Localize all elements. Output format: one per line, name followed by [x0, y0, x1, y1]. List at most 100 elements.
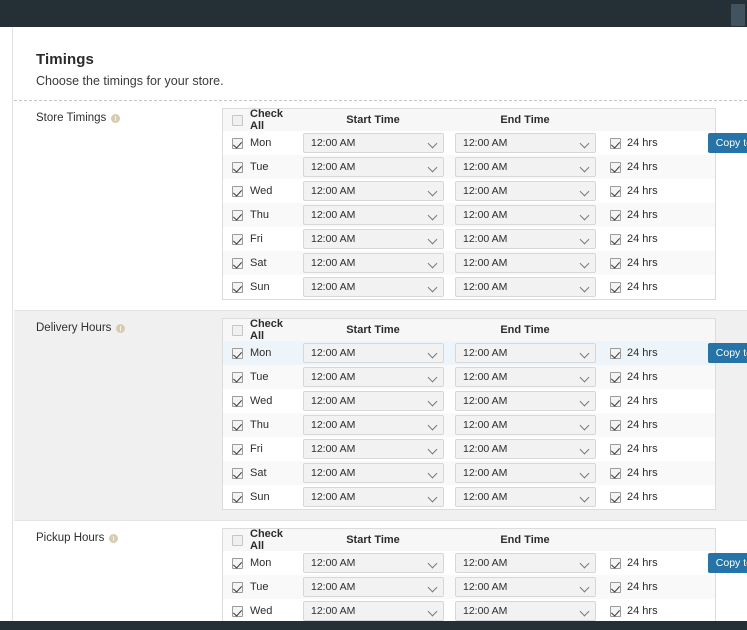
day-cell[interactable]: Mon: [223, 137, 297, 149]
day-cell[interactable]: Fri: [223, 443, 297, 455]
day-checkbox[interactable]: [232, 419, 243, 431]
start-time-select[interactable]: 12:00 AM: [303, 577, 444, 597]
info-icon[interactable]: [109, 533, 119, 543]
all-day-cell[interactable]: 24 hrs: [601, 581, 667, 593]
twentyfour-hrs-checkbox[interactable]: [610, 557, 621, 569]
end-time-select[interactable]: 12:00 AM: [455, 391, 596, 411]
day-cell[interactable]: Fri: [223, 233, 297, 245]
check-all-checkbox[interactable]: [232, 114, 243, 126]
all-day-cell[interactable]: 24 hrs: [601, 371, 667, 383]
end-time-select[interactable]: 12:00 AM: [455, 343, 596, 363]
start-time-select[interactable]: 12:00 AM: [303, 553, 444, 573]
end-time-select[interactable]: 12:00 AM: [455, 205, 596, 225]
copy-to-all-button[interactable]: Copy to All: [707, 132, 747, 154]
start-time-select[interactable]: 12:00 AM: [303, 415, 444, 435]
end-time-select[interactable]: 12:00 AM: [455, 487, 596, 507]
all-day-cell[interactable]: 24 hrs: [601, 281, 667, 293]
day-checkbox[interactable]: [232, 347, 243, 359]
all-day-cell[interactable]: 24 hrs: [601, 209, 667, 221]
copy-to-all-button[interactable]: Copy to All: [707, 342, 747, 364]
all-day-cell[interactable]: 24 hrs: [601, 233, 667, 245]
end-time-select[interactable]: 12:00 AM: [455, 553, 596, 573]
all-day-cell[interactable]: 24 hrs: [601, 491, 667, 503]
start-time-select[interactable]: 12:00 AM: [303, 601, 444, 621]
twentyfour-hrs-checkbox[interactable]: [610, 419, 621, 431]
end-time-select[interactable]: 12:00 AM: [455, 229, 596, 249]
twentyfour-hrs-checkbox[interactable]: [610, 443, 621, 455]
twentyfour-hrs-checkbox[interactable]: [610, 257, 621, 269]
twentyfour-hrs-checkbox[interactable]: [610, 185, 621, 197]
day-checkbox[interactable]: [232, 161, 243, 173]
start-time-select[interactable]: 12:00 AM: [303, 463, 444, 483]
all-day-cell[interactable]: 24 hrs: [601, 185, 667, 197]
end-time-select[interactable]: 12:00 AM: [455, 415, 596, 435]
end-time-select[interactable]: 12:00 AM: [455, 367, 596, 387]
start-time-select[interactable]: 12:00 AM: [303, 205, 444, 225]
twentyfour-hrs-checkbox[interactable]: [610, 491, 621, 503]
day-cell[interactable]: Wed: [223, 395, 297, 407]
day-cell[interactable]: Thu: [223, 209, 297, 221]
day-cell[interactable]: Sat: [223, 257, 297, 269]
day-checkbox[interactable]: [232, 491, 243, 503]
start-time-select[interactable]: 12:00 AM: [303, 157, 444, 177]
twentyfour-hrs-checkbox[interactable]: [610, 209, 621, 221]
twentyfour-hrs-checkbox[interactable]: [610, 347, 621, 359]
twentyfour-hrs-checkbox[interactable]: [610, 281, 621, 293]
start-time-select[interactable]: 12:00 AM: [303, 133, 444, 153]
day-checkbox[interactable]: [232, 233, 243, 245]
day-cell[interactable]: Sun: [223, 281, 297, 293]
twentyfour-hrs-checkbox[interactable]: [610, 395, 621, 407]
all-day-cell[interactable]: 24 hrs: [601, 395, 667, 407]
end-time-select[interactable]: 12:00 AM: [455, 577, 596, 597]
all-day-cell[interactable]: 24 hrs: [601, 557, 667, 569]
start-time-select[interactable]: 12:00 AM: [303, 391, 444, 411]
all-day-cell[interactable]: 24 hrs: [601, 419, 667, 431]
start-time-select[interactable]: 12:00 AM: [303, 253, 444, 273]
start-time-select[interactable]: 12:00 AM: [303, 277, 444, 297]
day-cell[interactable]: Mon: [223, 347, 297, 359]
start-time-select[interactable]: 12:00 AM: [303, 439, 444, 459]
day-cell[interactable]: Thu: [223, 419, 297, 431]
all-day-cell[interactable]: 24 hrs: [601, 137, 667, 149]
twentyfour-hrs-checkbox[interactable]: [610, 161, 621, 173]
day-checkbox[interactable]: [232, 185, 243, 197]
twentyfour-hrs-checkbox[interactable]: [610, 605, 621, 617]
day-cell[interactable]: Tue: [223, 161, 297, 173]
twentyfour-hrs-checkbox[interactable]: [610, 137, 621, 149]
day-checkbox[interactable]: [232, 257, 243, 269]
start-time-select[interactable]: 12:00 AM: [303, 367, 444, 387]
check-all-cell[interactable]: Check All: [223, 108, 297, 132]
info-icon[interactable]: [116, 323, 126, 333]
start-time-select[interactable]: 12:00 AM: [303, 487, 444, 507]
end-time-select[interactable]: 12:00 AM: [455, 601, 596, 621]
all-day-cell[interactable]: 24 hrs: [601, 443, 667, 455]
all-day-cell[interactable]: 24 hrs: [601, 161, 667, 173]
start-time-select[interactable]: 12:00 AM: [303, 181, 444, 201]
day-cell[interactable]: Tue: [223, 371, 297, 383]
twentyfour-hrs-checkbox[interactable]: [610, 371, 621, 383]
day-cell[interactable]: Wed: [223, 185, 297, 197]
end-time-select[interactable]: 12:00 AM: [455, 133, 596, 153]
day-checkbox[interactable]: [232, 395, 243, 407]
copy-to-all-button[interactable]: Copy to All: [707, 552, 747, 574]
all-day-cell[interactable]: 24 hrs: [601, 467, 667, 479]
check-all-cell[interactable]: Check All: [223, 318, 297, 342]
end-time-select[interactable]: 12:00 AM: [455, 439, 596, 459]
day-checkbox[interactable]: [232, 557, 243, 569]
check-all-cell[interactable]: Check All: [223, 528, 297, 552]
check-all-checkbox[interactable]: [232, 534, 243, 546]
day-checkbox[interactable]: [232, 605, 243, 617]
check-all-checkbox[interactable]: [232, 324, 243, 336]
start-time-select[interactable]: 12:00 AM: [303, 229, 444, 249]
end-time-select[interactable]: 12:00 AM: [455, 157, 596, 177]
start-time-select[interactable]: 12:00 AM: [303, 343, 444, 363]
end-time-select[interactable]: 12:00 AM: [455, 181, 596, 201]
day-cell[interactable]: Sat: [223, 467, 297, 479]
twentyfour-hrs-checkbox[interactable]: [610, 233, 621, 245]
day-checkbox[interactable]: [232, 467, 243, 479]
day-cell[interactable]: Sun: [223, 491, 297, 503]
day-checkbox[interactable]: [232, 281, 243, 293]
day-checkbox[interactable]: [232, 371, 243, 383]
all-day-cell[interactable]: 24 hrs: [601, 347, 667, 359]
day-cell[interactable]: Wed: [223, 605, 297, 617]
